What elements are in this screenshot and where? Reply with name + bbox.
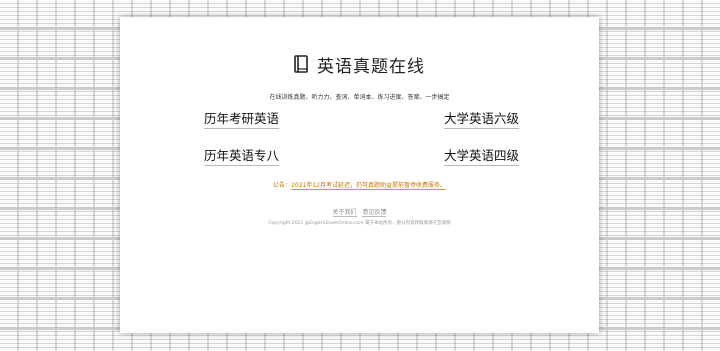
link-cet4[interactable]: 大学英语四级 xyxy=(444,145,520,166)
footer-links: 关于我们 意见反馈 xyxy=(120,207,599,217)
page-title: 英语真题在线 xyxy=(120,50,599,78)
notice-link[interactable]: 2021年12月考试延迟，仍可真题助益提前暂停收费服务。 xyxy=(291,182,446,190)
link-kaoyan-english[interactable]: 历年考研英语 xyxy=(204,108,280,129)
link-cet6[interactable]: 大学英语六级 xyxy=(444,108,520,129)
copyright-text: Copyright 2021 @EnglishExamOnline.com 属于… xyxy=(268,221,451,226)
link-tem8[interactable]: 历年英语专八 xyxy=(204,145,280,166)
feedback-link[interactable]: 意见反馈 xyxy=(362,209,387,217)
about-link[interactable]: 关于我们 xyxy=(332,209,357,217)
book-icon xyxy=(294,55,308,73)
notice: 公告：2021年12月考试延迟，仍可真题助益提前暂停收费服务。 xyxy=(120,180,599,190)
main-card: 英语真题在线 在线训练真题、听力力、查词、单词本、练习进度、答案、一步搞定 历年… xyxy=(120,17,599,333)
page-title-text: 英语真题在线 xyxy=(317,56,425,77)
notice-label: 公告： xyxy=(273,182,292,189)
page-subtitle: 在线训练真题、听力力、查词、单词本、练习进度、答案、一步搞定 xyxy=(269,94,450,101)
